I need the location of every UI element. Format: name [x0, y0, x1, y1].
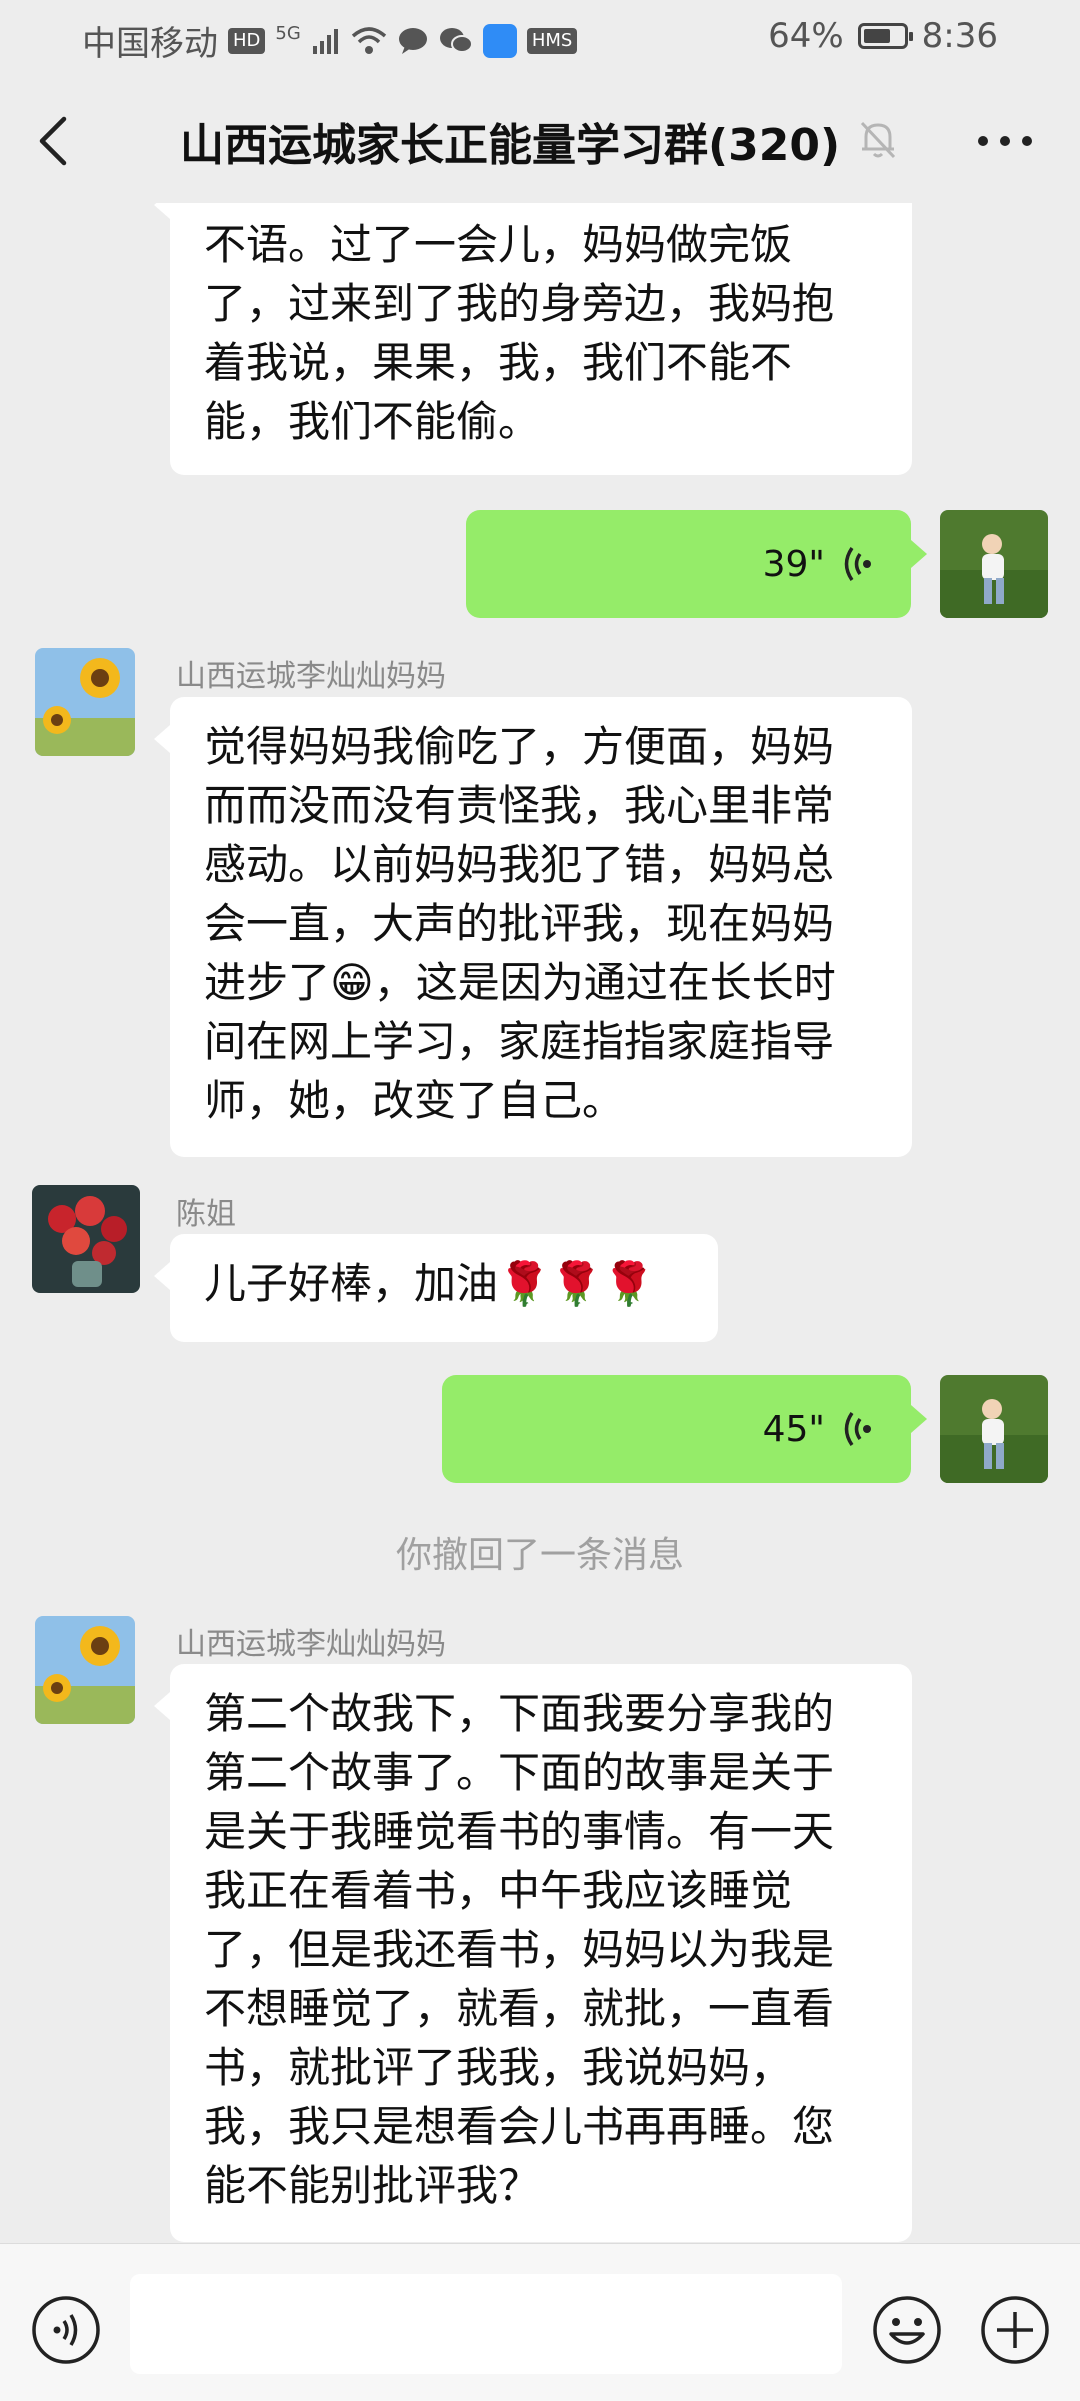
sender-avatar[interactable]	[35, 648, 135, 756]
status-left: 中国移动 HD 5G HMS	[82, 16, 578, 65]
sunflower-avatar	[35, 1616, 135, 1724]
battery-percent: 64%	[768, 16, 844, 56]
roses-avatar	[32, 1185, 140, 1293]
message-line: 感动。以前妈妈我犯了错，妈妈总	[204, 840, 835, 889]
voice-input-icon[interactable]	[30, 2294, 102, 2366]
message-line: 觉得妈妈我偷吃了，方便面，妈妈	[204, 722, 835, 771]
voice-duration: 39"	[762, 543, 825, 585]
message-bubble[interactable]: 不语。过了一会儿，妈妈做完饭 了，过来到了我的身旁边，我妈抱 着我说，果果，我，…	[154, 203, 912, 475]
message-line: 第二个故事了。下面的故事是关于	[204, 1748, 835, 1797]
recall-notice: 你撤回了一条消息	[395, 1535, 684, 1576]
message-line: 不语。过了一会儿，妈妈做完饭	[204, 220, 793, 269]
signal-icon	[312, 28, 338, 54]
voice-duration: 45"	[762, 1408, 825, 1450]
battery-icon	[857, 23, 913, 49]
carrier-label: 中国移动	[82, 24, 218, 64]
message-line: 是关于我睡觉看书的事情。有一天	[204, 1807, 835, 1856]
input-bar	[0, 2243, 1080, 2401]
clock: 8:36	[921, 16, 998, 56]
message-bubble[interactable]: 觉得妈妈我偷吃了，方便面，妈妈 而而没而没有责怪我，我心里非常 感动。以前妈妈我…	[154, 697, 912, 1157]
message-line: 进步了😁，这是因为通过在长长时	[204, 958, 836, 1007]
network-label: 5G	[275, 23, 301, 44]
sender-name: 山西运城李灿灿妈妈	[176, 659, 446, 694]
message-line: 能，我们不能偷。	[204, 397, 541, 446]
emoji-icon[interactable]	[871, 2294, 943, 2366]
voice-message-bubble[interactable]: 45"	[442, 1375, 927, 1483]
voice-wave-icon	[844, 547, 871, 581]
message-line: 我正在看着书，中午我应该睡觉	[204, 1866, 793, 1915]
avatar-photo	[940, 510, 1048, 618]
sender-name: 陈姐	[176, 1197, 236, 1232]
message-line: 会一直，大声的批评我，现在妈妈	[204, 899, 835, 948]
voice-wave-icon	[844, 1412, 871, 1446]
voice-message-bubble[interactable]: 39"	[466, 510, 927, 618]
status-right: 64% 8:36	[768, 16, 998, 56]
message-line: 着我说，果果，我，我们不能不	[204, 338, 793, 387]
message-line: 了，过来到了我的身旁边，我妈抱	[204, 279, 835, 328]
message-line: 而而没而没有责怪我，我心里非常	[204, 781, 835, 830]
message-line: 了，但是我还看书，妈妈以为我是	[204, 1925, 835, 1974]
wechat-notification-icon	[439, 27, 473, 53]
message-bubble[interactable]: 第二个故我下，下面我要分享我的 第二个故事了。下面的故事是关于 是关于我睡觉看书…	[154, 1664, 912, 2242]
chat-area[interactable]: 不语。过了一会儿，妈妈做完饭 了，过来到了我的身旁边，我妈抱 着我说，果果，我，…	[0, 203, 1080, 2243]
sunflower-avatar	[35, 648, 135, 756]
message-line: 儿子好棒，加油🌹🌹🌹	[204, 1259, 655, 1308]
wifi-icon	[351, 26, 386, 54]
sender-name: 山西运城李灿灿妈妈	[176, 1627, 446, 1662]
status-bar: 中国移动 HD 5G HMS 64% 8:36	[0, 0, 1080, 75]
message-line: 能不能别批评我？	[204, 2161, 541, 2210]
message-notification-icon	[398, 27, 427, 54]
chat-header: 山西运城家长正能量学习群(320)	[0, 75, 1080, 203]
message-line: 书，就批评了我我，我说妈妈，	[204, 2043, 793, 2092]
bell-muted-icon	[860, 121, 896, 159]
hd-badge: HD	[228, 27, 266, 54]
message-line: 不想睡觉了，就看，就批，一直看	[204, 1984, 835, 2033]
message-bubble[interactable]: 儿子好棒，加油🌹🌹🌹	[154, 1234, 718, 1342]
page-title: 山西运城家长正能量学习群(320)	[180, 120, 841, 171]
hms-badge: HMS	[526, 27, 578, 54]
message-input[interactable]	[130, 2274, 842, 2374]
weather-app-icon	[482, 23, 517, 58]
message-line: 我，我只是想看会儿书再再睡。您	[204, 2102, 835, 2151]
message-line: 第二个故我下，下面我要分享我的	[204, 1689, 835, 1738]
more-dots-icon[interactable]	[975, 133, 1035, 149]
message-line: 间在网上学习，家庭指指家庭指导	[204, 1017, 835, 1066]
self-avatar[interactable]	[940, 1375, 1048, 1483]
self-avatar[interactable]	[940, 510, 1048, 618]
message-line: 师，她，改变了自己。	[204, 1076, 625, 1125]
avatar-photo	[940, 1375, 1048, 1483]
sender-avatar[interactable]	[35, 1616, 135, 1724]
plus-icon[interactable]	[979, 2294, 1051, 2366]
sender-avatar[interactable]	[32, 1185, 140, 1293]
chevron-left-icon[interactable]	[30, 113, 80, 169]
